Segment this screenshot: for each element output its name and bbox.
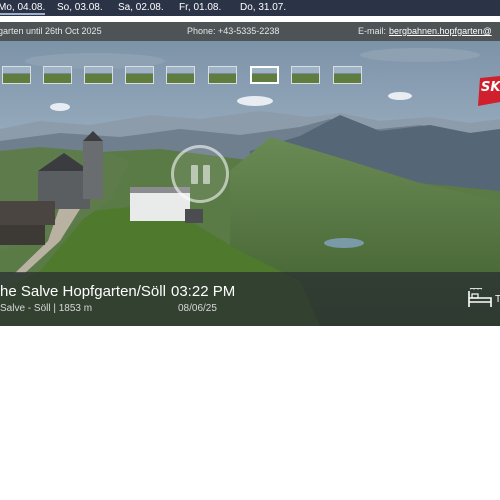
caption-more-label[interactable]: T <box>495 294 500 305</box>
bed-icon[interactable] <box>467 287 493 310</box>
location-title: he Salve Hopfgarten/Söll <box>0 283 166 300</box>
date-tab[interactable]: Do, 31.07. <box>240 2 286 13</box>
thumbnail-strip <box>0 66 500 86</box>
date-tab[interactable]: Sa, 02.08. <box>118 2 164 13</box>
camera-thumbnail-active[interactable] <box>250 66 279 84</box>
camera-thumbnail[interactable] <box>208 66 237 84</box>
camera-thumbnail[interactable] <box>166 66 195 84</box>
email-link[interactable]: bergbahnen.hopfgarten@ <box>389 26 492 36</box>
capture-time: 03:22 PM <box>171 283 236 300</box>
email-label: E-mail: <box>358 26 387 36</box>
camera-thumbnail[interactable] <box>43 66 72 84</box>
camera-thumbnail[interactable] <box>291 66 320 84</box>
ski-logo: SK <box>477 76 500 108</box>
season-text: garten until 26th Oct 2025 <box>0 26 102 36</box>
camera-thumbnail[interactable] <box>84 66 113 84</box>
camera-thumbnail[interactable] <box>125 66 154 84</box>
date-strip: Mo, 04.08. So, 03.08. Sa, 02.08. Fr, 01.… <box>0 0 500 16</box>
camera-thumbnail[interactable] <box>2 66 31 84</box>
date-tab[interactable]: Fr, 01.08. <box>179 2 221 13</box>
camera-thumbnail[interactable] <box>333 66 362 84</box>
caption-bar: he Salve Hopfgarten/Söll Salve - Söll | … <box>0 272 500 326</box>
date-tab[interactable]: So, 03.08. <box>57 2 103 13</box>
date-tab[interactable]: Mo, 04.08. <box>0 2 46 15</box>
location-subtitle: Salve - Söll | 1853 m <box>0 303 93 314</box>
capture-date: 08/06/25 <box>178 303 217 314</box>
logo-letters: SK <box>481 80 500 95</box>
phone-text: Phone: +43-5335-2238 <box>187 26 280 36</box>
pause-button[interactable] <box>171 145 229 203</box>
info-bar: garten until 26th Oct 2025 Phone: +43-53… <box>0 22 500 41</box>
